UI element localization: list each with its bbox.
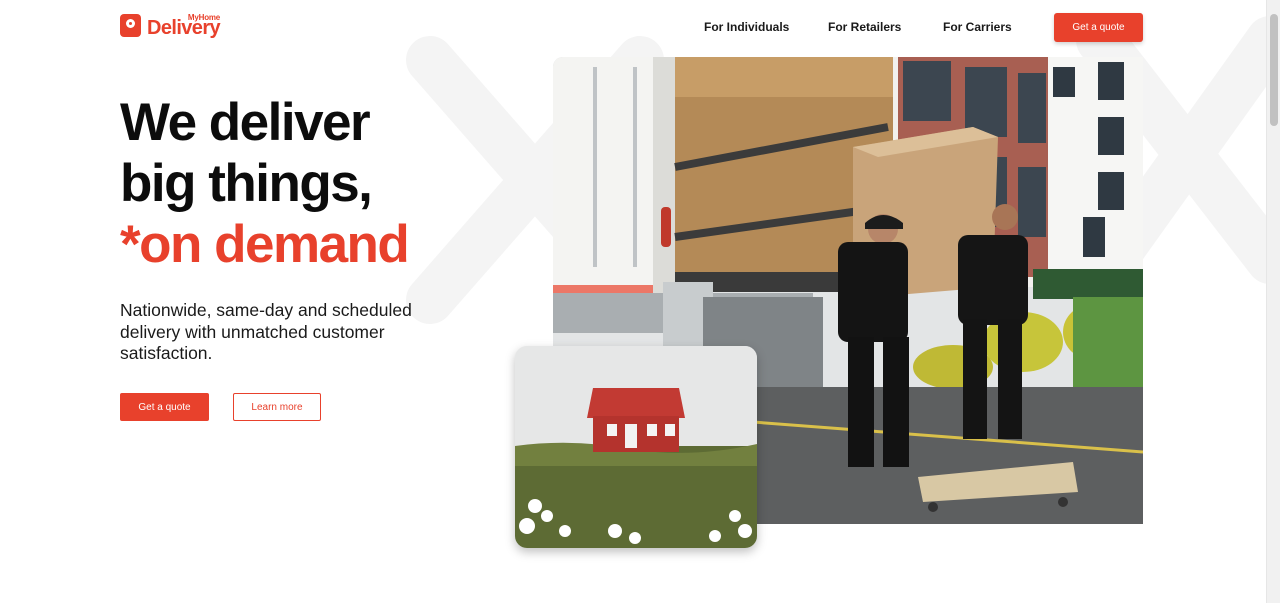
- hero-title: We deliver big things, *on demand: [120, 92, 410, 275]
- hero-title-accent: *on demand: [120, 215, 410, 274]
- nav-item-individuals[interactable]: For Individuals: [704, 20, 789, 34]
- house-photo: [515, 346, 757, 548]
- page-scrollbar[interactable]: [1266, 0, 1280, 603]
- logo-wordmark: MyHome Delivery: [147, 13, 221, 39]
- site-header: MyHome Delivery For Individuals For Reta…: [0, 0, 1266, 56]
- hero-subtitle: Nationwide, same-day and scheduled deliv…: [120, 300, 412, 363]
- learn-more-button[interactable]: Learn more: [233, 393, 321, 421]
- get-quote-button[interactable]: Get a quote: [120, 393, 209, 421]
- hero-title-line-2: big things,: [120, 154, 373, 213]
- hero-title-line-1: We deliver: [120, 93, 371, 152]
- logo-small-text: MyHome: [187, 13, 221, 22]
- scrollbar-thumb[interactable]: [1270, 14, 1278, 126]
- location-pin-icon: [120, 14, 141, 37]
- nav-item-carriers[interactable]: For Carriers: [943, 20, 1012, 34]
- brand-logo[interactable]: MyHome Delivery: [120, 13, 221, 39]
- nav-item-retailers[interactable]: For Retailers: [828, 20, 901, 34]
- header-get-quote-button[interactable]: Get a quote: [1054, 13, 1143, 42]
